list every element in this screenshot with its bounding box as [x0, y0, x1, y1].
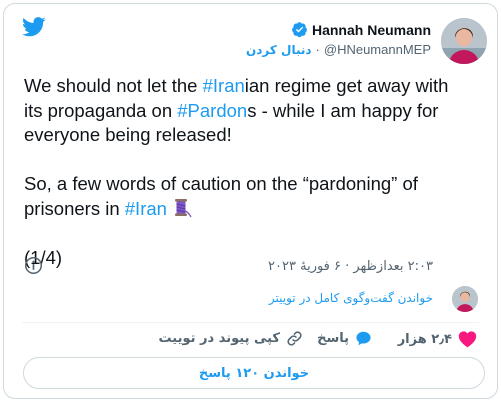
copy-link-label: کپی پیوند در توییت: [158, 331, 280, 346]
reply-bubble-icon: [356, 331, 371, 346]
info-icon[interactable]: [24, 256, 43, 275]
read-replies-button[interactable]: خواندن ۱۲۰ پاسخ: [23, 357, 485, 389]
author-avatar[interactable]: [441, 18, 487, 64]
separator-dot: ·: [315, 42, 320, 57]
like-count: ۲٫۴ هزار: [397, 331, 452, 347]
divider: [22, 322, 479, 323]
author-display-name[interactable]: Hannah Neumann: [312, 22, 431, 38]
author-name-line[interactable]: Hannah Neumann: [291, 21, 431, 38]
tweet-text-segment: So, a few words of caution on the “pardo…: [24, 173, 424, 219]
link-icon: [287, 331, 302, 346]
hashtag-iran[interactable]: #Iran: [203, 75, 245, 96]
hashtag-pardon[interactable]: #Pardon: [177, 100, 247, 121]
author-handle[interactable]: @HNeumannMEP: [324, 42, 431, 57]
thread-spool-emoji: [174, 198, 192, 217]
hashtag-iran[interactable]: #Iran: [125, 198, 167, 219]
tweet-text: We should not let the #Iranian regime ge…: [24, 74, 464, 270]
tweet-embed-card: Hannah Neumann دنبال کردن · @HNeumannMEP…: [3, 3, 498, 399]
tweet-text-segment: We should not let the: [24, 75, 203, 96]
author-handle-line: دنبال کردن · @HNeumannMEP: [246, 42, 431, 57]
verified-badge-icon: [292, 22, 307, 38]
conversation-avatar[interactable]: [452, 286, 478, 312]
follow-link[interactable]: دنبال کردن: [246, 43, 312, 57]
reply-label: پاسخ: [317, 331, 349, 346]
tweet-timestamp[interactable]: ۲:۰۳ بعدازظهر · ۶ فوریهٔ ۲۰۲۳: [268, 259, 433, 274]
twitter-bird-icon[interactable]: [22, 16, 46, 38]
like-button[interactable]: ۲٫۴ هزار: [398, 330, 477, 348]
read-conversation-link[interactable]: خواندن گفت‌وگوی کامل در توییتر: [269, 291, 433, 305]
heart-icon: [458, 331, 477, 348]
copy-link-button[interactable]: کپی پیوند در توییت: [159, 330, 303, 347]
reply-button[interactable]: پاسخ: [317, 330, 372, 347]
